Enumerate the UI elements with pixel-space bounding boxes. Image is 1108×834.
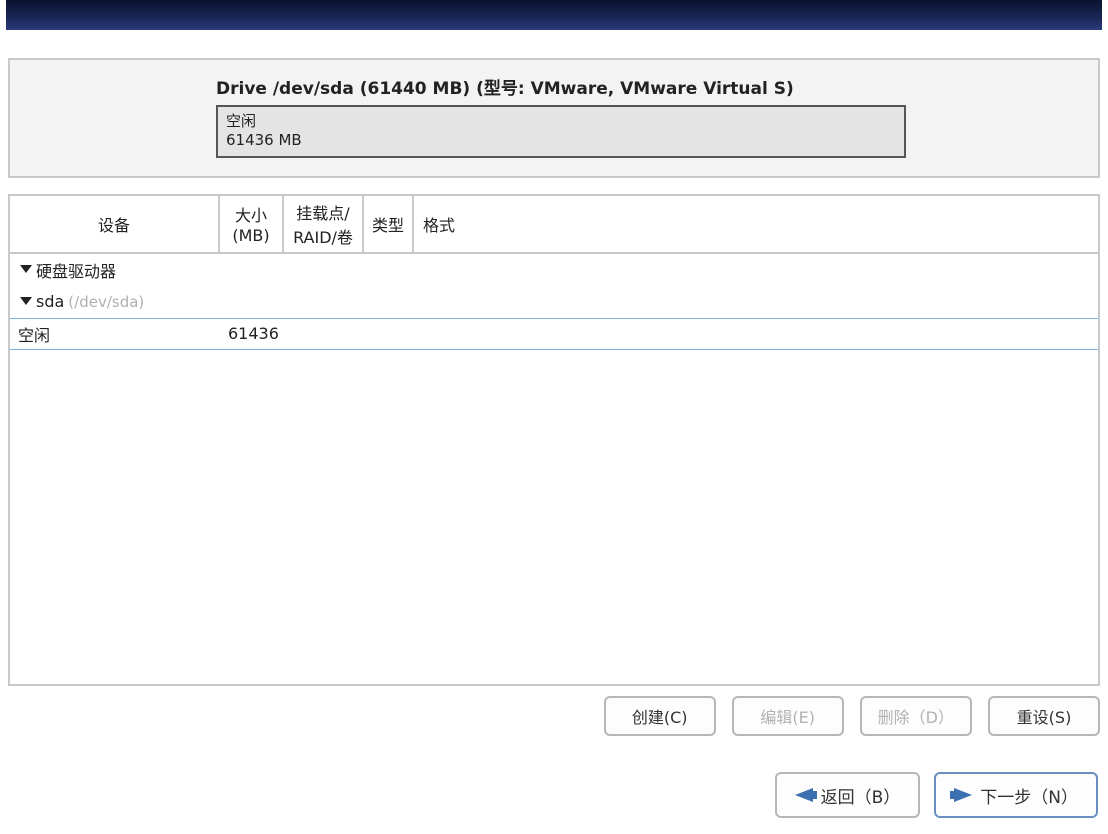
- partition-tree-body[interactable]: 硬盘驱动器 sda (/dev/sda) 空闲 61436: [10, 254, 1098, 684]
- column-size[interactable]: 大小 (MB): [220, 196, 284, 252]
- drive-summary-panel: Drive /dev/sda (61440 MB) (型号: VMware, V…: [8, 58, 1100, 178]
- drive-free-size: 61436 MB: [226, 131, 896, 150]
- edit-button: 编辑(E): [732, 696, 844, 736]
- tree-free-size: 61436: [228, 324, 279, 343]
- tree-sda-path: (/dev/sda): [68, 293, 144, 311]
- delete-button-label: 删除（D）: [878, 704, 954, 728]
- drive-title: Drive /dev/sda (61440 MB) (型号: VMware, V…: [216, 74, 1084, 99]
- column-size-label-1: 大小: [235, 202, 267, 226]
- tree-row-harddrives[interactable]: 硬盘驱动器: [10, 254, 1098, 286]
- column-mount-label-1: 挂载点/: [296, 200, 349, 224]
- column-type-label: 类型: [372, 212, 404, 236]
- wizard-nav-row: 返回（B） 下一步（N）: [775, 772, 1098, 818]
- reset-button[interactable]: 重设(S): [988, 696, 1100, 736]
- column-size-label-2: (MB): [232, 226, 269, 245]
- edit-button-label: 编辑(E): [760, 704, 815, 728]
- back-button-label: 返回（B）: [821, 783, 901, 808]
- column-format[interactable]: 格式: [414, 196, 464, 252]
- column-device-label: 设备: [98, 212, 130, 236]
- next-button[interactable]: 下一步（N）: [934, 772, 1098, 818]
- partition-tree-panel: 设备 大小 (MB) 挂载点/ RAID/卷 类型 格式 硬盘驱动器: [8, 194, 1100, 686]
- create-button-label: 创建(C): [632, 704, 688, 728]
- installer-header-band: [6, 0, 1102, 30]
- next-button-label: 下一步（N）: [980, 783, 1078, 808]
- column-format-label: 格式: [423, 212, 455, 236]
- column-mount-label-2: RAID/卷: [293, 224, 353, 248]
- delete-button: 删除（D）: [860, 696, 972, 736]
- expand-icon[interactable]: [18, 263, 32, 277]
- partition-tree-header: 设备 大小 (MB) 挂载点/ RAID/卷 类型 格式: [10, 196, 1098, 254]
- drive-free-box: 空闲 61436 MB: [216, 105, 906, 158]
- partition-action-row: 创建(C) 编辑(E) 删除（D） 重设(S): [0, 686, 1108, 736]
- tree-root-label: 硬盘驱动器: [36, 258, 116, 282]
- create-button[interactable]: 创建(C): [604, 696, 716, 736]
- back-button[interactable]: 返回（B）: [775, 772, 921, 818]
- reset-button-label: 重设(S): [1017, 704, 1072, 728]
- tree-free-label: 空闲: [18, 322, 50, 346]
- arrow-right-icon: [954, 788, 972, 802]
- expand-icon[interactable]: [18, 295, 32, 309]
- arrow-left-icon: [795, 788, 813, 802]
- drive-free-label: 空闲: [226, 112, 896, 131]
- column-device[interactable]: 设备: [10, 196, 220, 252]
- column-type[interactable]: 类型: [364, 196, 414, 252]
- tree-sda-label: sda: [36, 292, 64, 311]
- column-mount[interactable]: 挂载点/ RAID/卷: [284, 196, 364, 252]
- tree-row-sda[interactable]: sda (/dev/sda): [10, 286, 1098, 318]
- tree-row-free[interactable]: 空闲 61436: [10, 318, 1098, 350]
